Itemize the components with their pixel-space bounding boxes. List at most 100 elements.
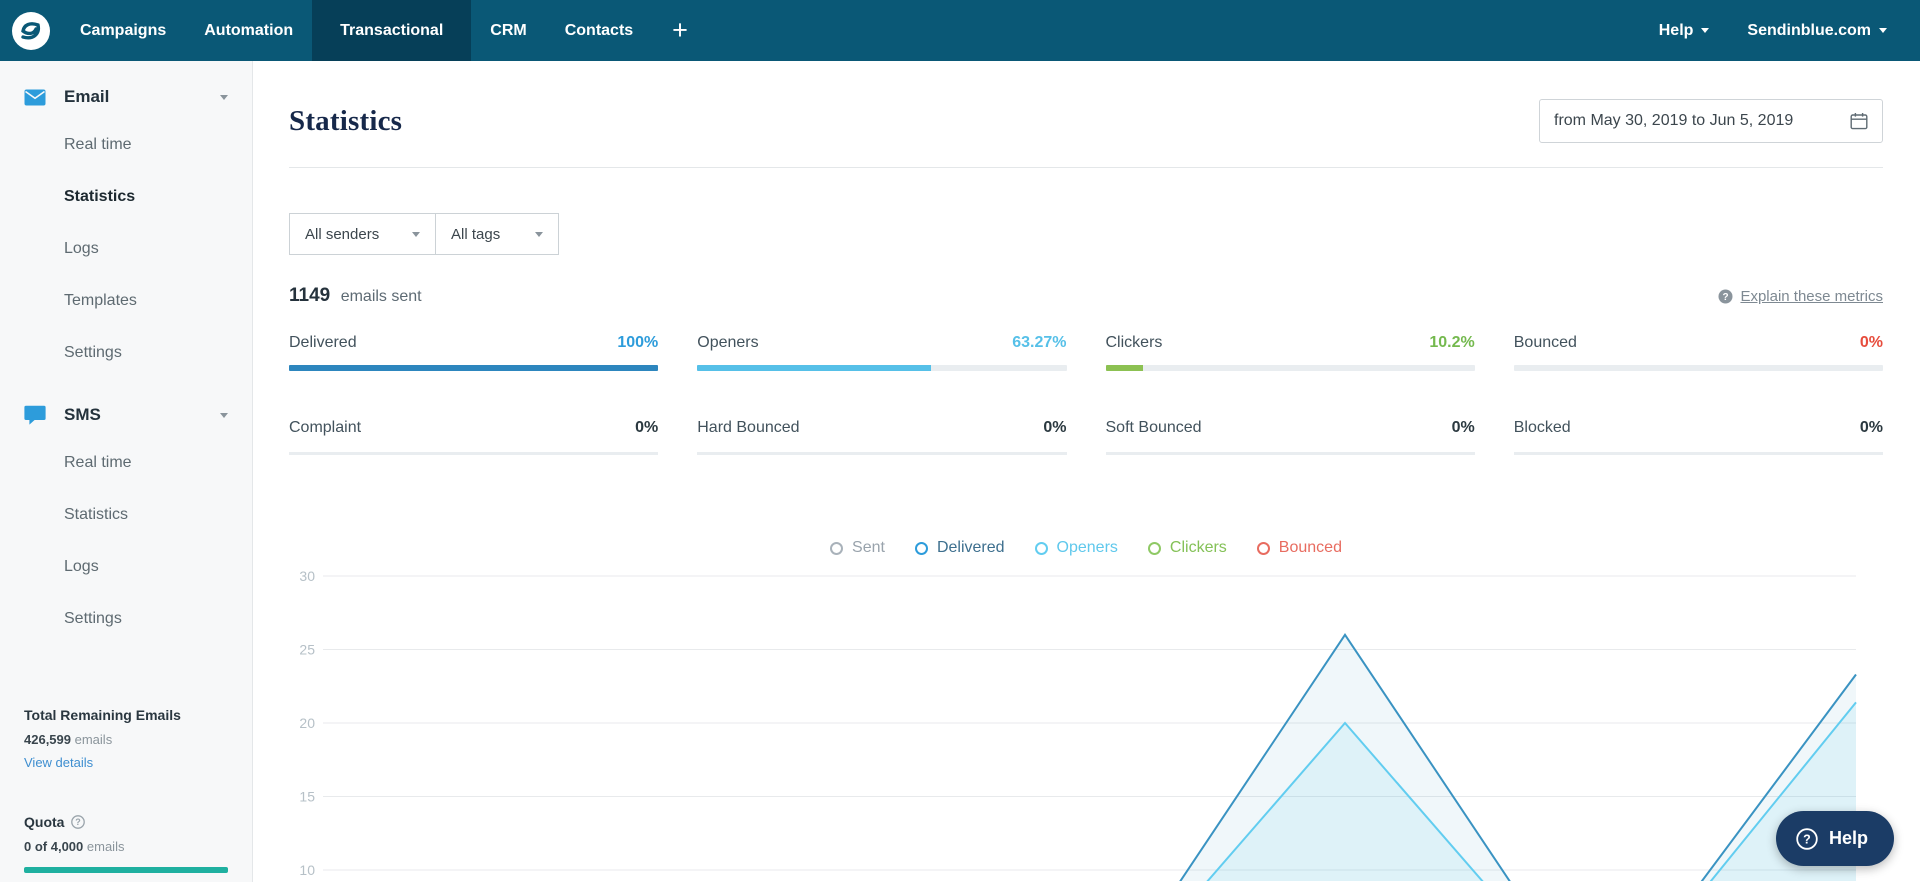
remaining-emails-count: 426,599 emails — [24, 732, 228, 747]
envelope-icon — [24, 89, 48, 106]
nav-dropdown-label: Sendinblue.com — [1747, 21, 1871, 39]
metric-label: Hard Bounced — [697, 419, 800, 436]
svg-text:20: 20 — [299, 715, 315, 731]
metric-label: Soft Bounced — [1105, 419, 1202, 436]
metric-progress-track — [1513, 452, 1883, 455]
nav-item-automation[interactable]: Automation — [185, 0, 312, 61]
sidebar: Email Real time Statistics Logs Templates Set… — [0, 61, 253, 882]
sidebar-footer: Total Remaining Emails 426,599 emails Vi… — [0, 645, 252, 873]
metric-progress-track — [289, 365, 659, 371]
summary-row: 1149 emails sent ? Explain these metrics — [289, 285, 1883, 307]
metric-header: Bounced 0% — [1514, 334, 1883, 352]
legend-label: Clickers — [1169, 539, 1227, 556]
legend-dot — [914, 541, 928, 555]
quota-header: Quota ? — [24, 814, 228, 830]
legend-item-sent[interactable]: Sent — [830, 539, 885, 557]
main-content: Statistics from May 30, 2019 to Jun 5, 2… — [254, 61, 1920, 882]
svg-text:?: ? — [1803, 832, 1811, 846]
chat-bubble-icon — [24, 405, 48, 425]
sidebar-item-statistics[interactable]: Statistics — [0, 489, 252, 541]
metric-value: 0% — [1451, 419, 1475, 436]
quota-count-value: 0 of 4,000 — [24, 839, 84, 854]
add-button[interactable]: + — [654, 0, 706, 61]
metric-delivered: Delivered 100% — [289, 334, 659, 371]
metric-openers: Openers 63.27% — [697, 334, 1067, 371]
chat-bubble-icon — [24, 405, 46, 425]
nav-right: Help Sendinblue.com — [1640, 0, 1920, 61]
emails-sent-count: 1149 — [289, 285, 331, 306]
legend-dot — [1034, 541, 1048, 555]
nav-dropdown-sendinblue-com[interactable]: Sendinblue.com — [1728, 0, 1906, 61]
quota-progress-bar — [24, 867, 228, 873]
view-details-link[interactable]: View details — [24, 755, 93, 770]
quota-title: Quota — [24, 814, 65, 830]
sidebar-item-logs[interactable]: Logs — [0, 223, 252, 275]
legend-item-bounced[interactable]: Bounced — [1256, 539, 1342, 557]
legend-label: Delivered — [936, 539, 1005, 556]
emails-sent-summary: 1149 emails sent — [289, 285, 422, 307]
sidebar-section-sms: SMS Real time Statistics Logs Settings — [0, 379, 252, 645]
help-button[interactable]: ? Help — [1775, 811, 1894, 866]
metric-label: Bounced — [1513, 334, 1577, 351]
chevron-down-icon — [1701, 28, 1710, 33]
quota-count: 0 of 4,000 emails — [24, 839, 228, 854]
metric-progress-track — [289, 452, 659, 455]
metric-header: Delivered 100% — [289, 334, 658, 352]
legend-label: Bounced — [1278, 539, 1342, 556]
sidebar-item-real-time[interactable]: Real time — [0, 437, 252, 489]
metric-header: Blocked 0% — [1514, 419, 1883, 437]
sendinblue-logo-icon[interactable] — [0, 0, 61, 61]
metric-label: Delivered — [289, 334, 357, 351]
legend-label: Openers — [1056, 539, 1118, 556]
legend-item-openers[interactable]: Openers — [1034, 539, 1118, 557]
sidebar-item-logs[interactable]: Logs — [0, 541, 252, 593]
nav-dropdown-help[interactable]: Help — [1640, 0, 1729, 61]
metric-value: 10.2% — [1429, 334, 1475, 351]
sidebar-item-settings[interactable]: Settings — [0, 593, 252, 645]
nav-item-contacts[interactable]: Contacts — [546, 0, 652, 61]
question-circle-icon: ? — [1718, 289, 1733, 303]
metric-header: Openers 63.27% — [697, 334, 1066, 352]
metric-progress-track — [697, 365, 1067, 371]
nav-item-transactional[interactable]: Transactional — [312, 0, 472, 61]
svg-text:25: 25 — [299, 642, 315, 658]
date-range-picker[interactable]: from May 30, 2019 to Jun 5, 2019 — [1539, 99, 1883, 143]
sidebar-item-statistics[interactable]: Statistics — [0, 171, 252, 223]
sidebar-item-templates[interactable]: Templates — [0, 275, 252, 327]
sidebar-section-header-sms[interactable]: SMS — [0, 393, 252, 437]
help-label: Help — [1828, 828, 1868, 848]
nav-menu: Campaigns Automation Transactional CRM Conta… — [61, 0, 652, 61]
content-column: Statistics from May 30, 2019 to Jun 5, 2… — [289, 99, 1883, 881]
sidebar-item-settings[interactable]: Settings — [0, 327, 252, 379]
metric-progress-fill — [289, 365, 659, 371]
svg-text:15: 15 — [299, 789, 315, 805]
tags-filter-dropdown[interactable]: All tags — [435, 213, 559, 255]
legend-dot — [830, 541, 844, 555]
legend-label: Sent — [852, 539, 885, 556]
legend-item-clickers[interactable]: Clickers — [1147, 539, 1227, 557]
sidebar-section-header-email[interactable]: Email — [0, 75, 252, 119]
help-icon: ? — [1796, 827, 1818, 850]
sidebar-item-real-time[interactable]: Real time — [0, 119, 252, 171]
page-header: Statistics from May 30, 2019 to Jun 5, 2… — [289, 99, 1883, 143]
senders-filter-dropdown[interactable]: All senders — [289, 213, 436, 255]
svg-text:30: 30 — [299, 568, 315, 584]
metric-label: Clickers — [1105, 334, 1163, 351]
traffic-chart: 302520151050 — [299, 568, 1857, 881]
metric-clickers: Clickers 10.2% — [1105, 334, 1475, 371]
remaining-count-unit: emails — [74, 732, 113, 747]
page-title: Statistics — [289, 104, 403, 137]
nav-item-crm[interactable]: CRM — [471, 0, 545, 61]
chevron-down-icon — [535, 231, 543, 237]
legend-dot — [1147, 541, 1161, 555]
metric-hard-bounced: Hard Bounced 0% — [697, 419, 1067, 455]
metric-label: Complaint — [289, 419, 362, 436]
metric-progress-track — [1105, 365, 1475, 371]
chevron-down-icon — [1879, 28, 1887, 33]
sidebar-section-label: Email — [64, 87, 110, 106]
nav-item-campaigns[interactable]: Campaigns — [61, 0, 185, 61]
legend-item-delivered[interactable]: Delivered — [914, 539, 1005, 557]
tags-filter-label: All tags — [451, 225, 501, 243]
explain-metrics-link[interactable]: ? Explain these metrics — [1718, 288, 1883, 305]
metric-progress-fill — [697, 365, 931, 371]
